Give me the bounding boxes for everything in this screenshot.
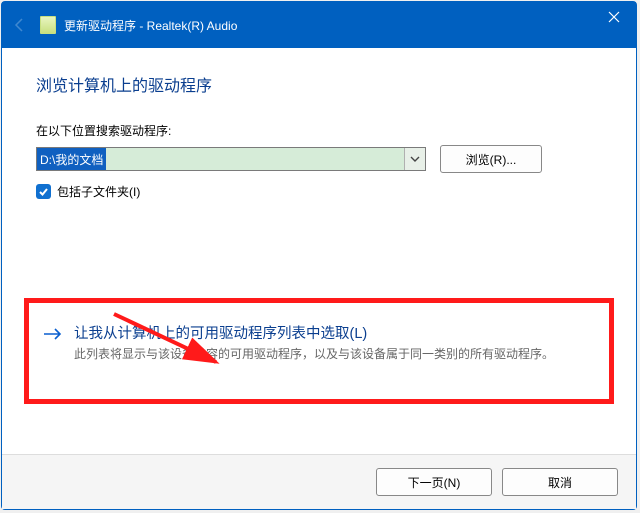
browse-button[interactable]: 浏览(R)... bbox=[440, 145, 542, 173]
include-subfolders-row[interactable]: 包括子文件夹(I) bbox=[36, 183, 602, 200]
footer: 下一页(N) 取消 bbox=[2, 454, 636, 509]
window-title: 更新驱动程序 - Realtek(R) Audio bbox=[64, 17, 237, 34]
cancel-button-label: 取消 bbox=[548, 474, 572, 491]
device-icon bbox=[40, 16, 56, 34]
close-icon bbox=[608, 11, 620, 23]
include-subfolders-checkbox[interactable] bbox=[36, 184, 51, 199]
search-location-label: 在以下位置搜索驱动程序: bbox=[36, 122, 602, 139]
cancel-button[interactable]: 取消 bbox=[502, 468, 618, 496]
path-dropdown-button[interactable] bbox=[404, 148, 425, 170]
path-row: D:\我的文档 浏览(R)... bbox=[36, 145, 602, 173]
pick-option-body: 让我从计算机上的可用驱动程序列表中选取(L) 此列表将显示与该设备兼容的可用驱动… bbox=[74, 324, 554, 363]
page-heading: 浏览计算机上的驱动程序 bbox=[36, 72, 602, 96]
titlebar: 更新驱动程序 - Realtek(R) Audio bbox=[2, 2, 636, 48]
pick-option-description: 此列表将显示与该设备兼容的可用驱动程序，以及与该设备属于同一类别的所有驱动程序。 bbox=[74, 346, 554, 363]
next-button[interactable]: 下一页(N) bbox=[376, 468, 492, 496]
next-button-label: 下一页(N) bbox=[408, 474, 461, 491]
browse-button-label: 浏览(R)... bbox=[466, 151, 517, 168]
back-arrow-icon bbox=[10, 15, 30, 35]
checkmark-icon bbox=[38, 186, 49, 197]
path-input[interactable] bbox=[36, 147, 426, 171]
pick-from-list-option[interactable]: 让我从计算机上的可用驱动程序列表中选取(L) 此列表将显示与该设备兼容的可用驱动… bbox=[42, 324, 596, 363]
chevron-down-icon bbox=[410, 156, 420, 162]
include-subfolders-label: 包括子文件夹(I) bbox=[57, 183, 140, 200]
pick-option-title: 让我从计算机上的可用驱动程序列表中选取(L) bbox=[74, 324, 554, 344]
close-button[interactable] bbox=[591, 2, 636, 32]
driver-update-wizard-window: 更新驱动程序 - Realtek(R) Audio 浏览计算机上的驱动程序 在以… bbox=[1, 1, 637, 510]
path-combobox[interactable]: D:\我的文档 bbox=[36, 147, 426, 171]
arrow-right-icon bbox=[42, 324, 64, 363]
